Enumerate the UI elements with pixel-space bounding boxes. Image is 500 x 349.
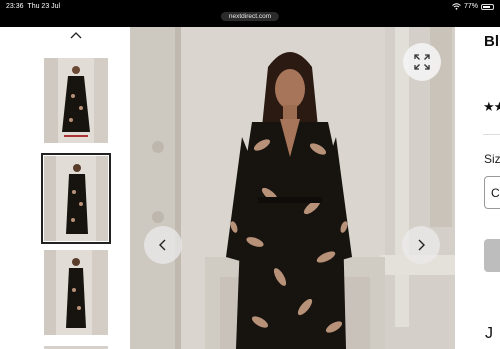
status-time: 23:36 Thu 23 Jul: [6, 3, 60, 10]
product-photo: [130, 27, 455, 349]
size-select[interactable]: C: [484, 176, 500, 209]
add-to-bag-button[interactable]: [484, 239, 500, 272]
next-image-button[interactable]: [402, 226, 440, 264]
status-bar: 23:36 Thu 23 Jul nextdirect.com 77%: [0, 0, 500, 27]
previous-image-button[interactable]: [144, 226, 182, 264]
bottom-text: J: [485, 325, 493, 342]
expand-icon: [414, 54, 430, 70]
status-indicators: 77%: [452, 3, 494, 10]
size-label: Size: [484, 152, 500, 166]
chevron-left-icon: [159, 239, 166, 251]
thumbnail-3[interactable]: [44, 250, 108, 335]
main-product-image[interactable]: [130, 27, 455, 349]
battery-icon: [481, 3, 494, 10]
thumbnail-image: [44, 250, 108, 335]
fullscreen-button[interactable]: [403, 43, 441, 81]
thumbnail-image: [44, 58, 108, 143]
thumbnail-1[interactable]: [44, 58, 108, 143]
battery-percent: 77%: [463, 3, 478, 10]
thumbnail-scroll-up-button[interactable]: [66, 28, 86, 42]
thumbnail-image: [44, 156, 108, 241]
thumbnail-2[interactable]: [41, 153, 111, 244]
divider: [483, 134, 500, 135]
wifi-icon: [452, 3, 461, 10]
product-details-panel: Bl ★★ Size C J: [455, 27, 500, 349]
address-bar[interactable]: nextdirect.com: [220, 12, 280, 21]
chevron-up-icon: [70, 32, 82, 39]
size-select-value: C: [491, 186, 500, 200]
chevron-right-icon: [418, 239, 425, 251]
rating-stars[interactable]: ★★: [483, 99, 500, 115]
date: Thu 23 Jul: [27, 3, 61, 10]
clock: 23:36: [6, 3, 24, 10]
product-title: Bl: [484, 33, 499, 50]
